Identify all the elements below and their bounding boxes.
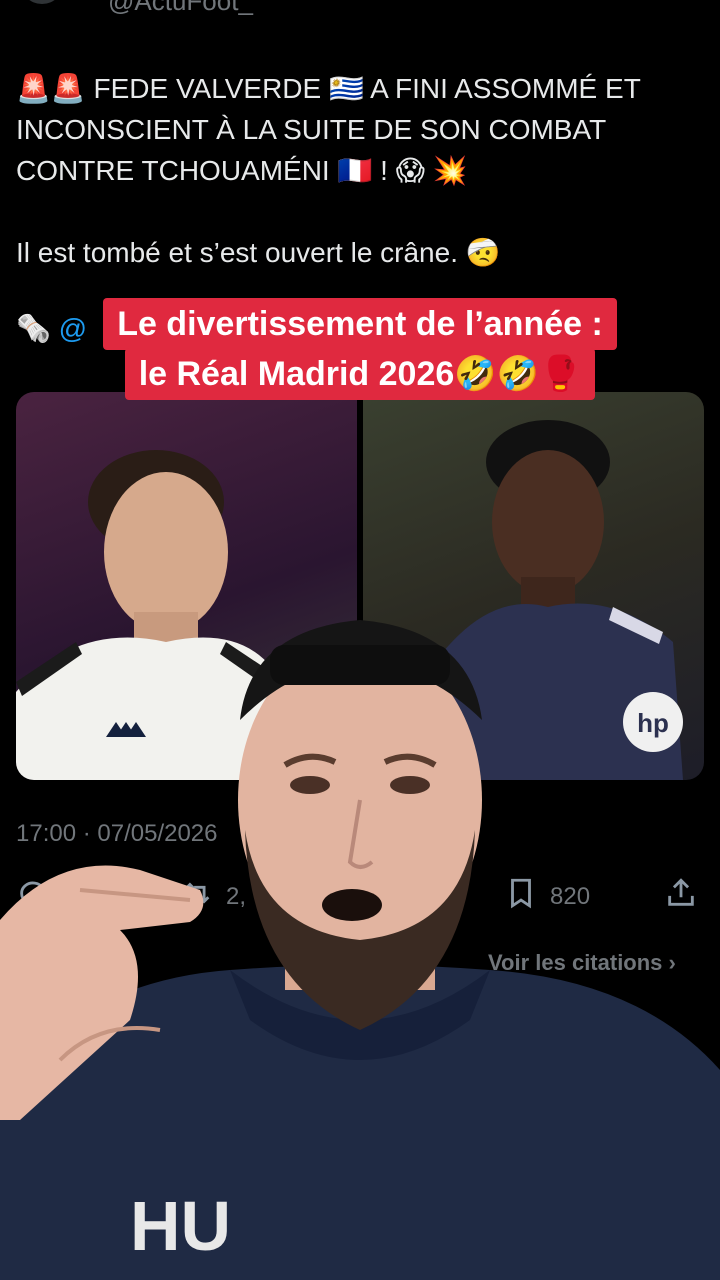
caption-line-2: le Réal Madrid 2026🤣🤣🥊 — [124, 348, 596, 400]
tweet-headline: 🚨🚨 FEDE VALVERDE 🇺🇾 A FINI ASSOMMÉ ET IN… — [16, 73, 641, 186]
tweet-text: 🚨🚨 FEDE VALVERDE 🇺🇾 A FINI ASSOMMÉ ET IN… — [16, 68, 696, 273]
tweet-body: Il est tombé et s’est ouvert le crâne. 🤕 — [16, 237, 501, 268]
author-handle[interactable]: @ActuFoot_ — [108, 0, 253, 17]
video-caption: Le divertissement de l’année : le Réal M… — [0, 298, 720, 400]
svg-text:HU: HU — [130, 1187, 231, 1265]
streamer-overlay: HU — [0, 620, 720, 1280]
author-avatar[interactable] — [20, 0, 64, 4]
caption-line-1: Le divertissement de l’année : — [103, 298, 617, 350]
